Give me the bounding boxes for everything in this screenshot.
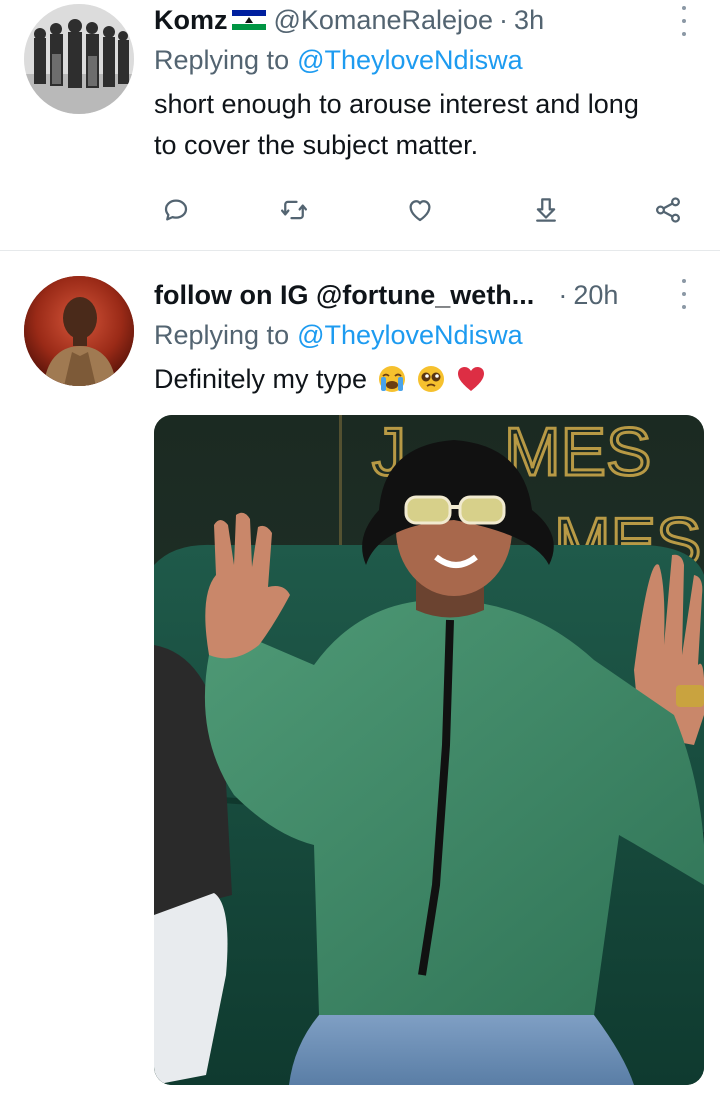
historic-group-photo-avatar — [24, 4, 134, 114]
separator-dot: · — [558, 279, 568, 310]
replying-to-mention[interactable]: @TheyloveNdiswa — [297, 320, 523, 351]
pleading-face-emoji — [418, 366, 445, 392]
replying-to-label: Replying to — [154, 319, 290, 350]
display-name[interactable]: Komz — [154, 5, 228, 36]
tweet-text-line: to cover the subject matter. — [154, 130, 479, 160]
avatar-komz[interactable] — [24, 4, 134, 114]
reply-icon — [164, 199, 188, 221]
reply-button[interactable] — [154, 188, 198, 232]
share-network-button[interactable] — [646, 188, 690, 232]
svg-text:MES: MES — [504, 415, 651, 490]
replying-to-label: Replying to — [154, 44, 290, 75]
more-options-icon[interactable] — [672, 279, 696, 309]
lesotho-flag-icon — [231, 10, 266, 30]
share-button[interactable] — [524, 188, 568, 232]
like-button[interactable] — [398, 188, 442, 232]
replying-to-line: Replying to @TheyloveNdiswa — [154, 315, 696, 355]
person-in-green-jacket-photo: J MES MES — [154, 415, 704, 1085]
tweet-text: short enough to arouse interest and long… — [154, 84, 696, 166]
separator-dot: · — [499, 4, 509, 35]
share-icon — [536, 198, 556, 222]
red-heart-emoji — [457, 367, 484, 391]
like-icon — [409, 200, 431, 222]
timestamp[interactable]: 20h — [573, 280, 618, 311]
tweet-text-body: Definitely my type — [154, 364, 368, 394]
user-handle[interactable]: @KomaneRalejoe — [274, 5, 494, 36]
more-options-icon[interactable] — [672, 6, 696, 36]
tweet-actions — [154, 188, 694, 232]
tweet-text-line: short enough to arouse interest and long — [154, 89, 639, 119]
timestamp[interactable]: 3h — [514, 5, 544, 36]
display-name[interactable]: follow on IG @fortune_weth... — [154, 280, 534, 311]
tweet-fortune[interactable]: follow on IG @fortune_weth... · 20h Repl… — [0, 251, 720, 1102]
attached-photo[interactable]: J MES MES — [154, 415, 704, 1085]
replying-to-mention[interactable]: @TheyloveNdiswa — [297, 45, 523, 76]
tweet-komz[interactable]: Komz @KomaneRalejoe · 3h Replying to @Th… — [0, 0, 720, 251]
retweet-icon — [281, 200, 307, 220]
tweet-text: Definitely my type — [154, 359, 696, 400]
retweet-button[interactable] — [272, 188, 316, 232]
crying-face-emoji — [378, 366, 405, 392]
person-portrait-avatar — [24, 276, 134, 386]
replying-to-line: Replying to @TheyloveNdiswa — [154, 40, 696, 80]
share-network-icon — [655, 197, 681, 223]
avatar-fortune[interactable] — [24, 276, 134, 386]
